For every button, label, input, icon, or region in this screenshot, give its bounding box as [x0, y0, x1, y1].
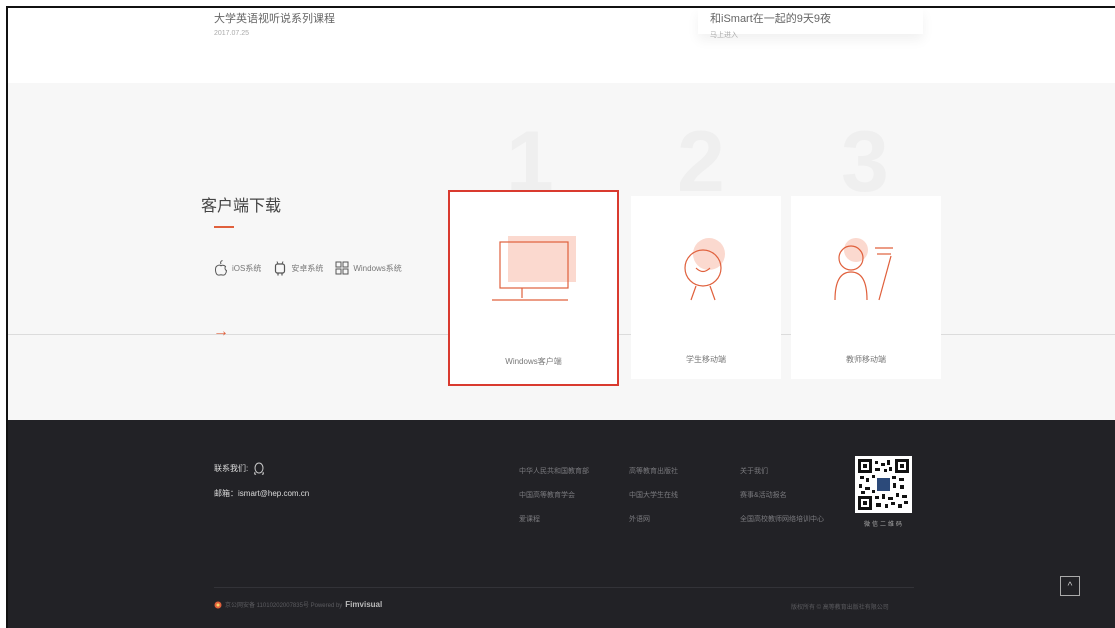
footer-link[interactable]: 中华人民共和国教育部 — [519, 466, 589, 476]
os-item-ios[interactable]: iOS系统 — [214, 260, 261, 276]
step-number: 3 — [841, 114, 889, 210]
footer-link[interactable]: 全国高校教师网络培训中心 — [740, 514, 824, 524]
news-item[interactable]: 和iSmart在一起的9天9夜 马上进入 — [710, 10, 831, 40]
news-enter-link[interactable]: 马上进入 — [710, 30, 831, 40]
card-label: 学生移动端 — [686, 355, 726, 364]
qr-code-icon — [858, 459, 909, 510]
step-number: 2 — [677, 114, 725, 210]
windows-icon — [335, 261, 349, 275]
icp-info: 京公网安备 11010202007835号 Powered by Fimvisu… — [214, 600, 382, 609]
contact-row: 联系我们: — [214, 462, 265, 476]
page-frame: 大学英语视听说系列课程 2017.07.25 和iSmart在一起的9天9夜 马… — [6, 6, 1115, 628]
footer-link[interactable]: 赛事&活动报名 — [740, 490, 787, 500]
news-strip: 大学英语视听说系列课程 2017.07.25 和iSmart在一起的9天9夜 马… — [8, 8, 1115, 83]
card-label: 教师移动端 — [846, 355, 886, 364]
fimvisual-brand[interactable]: Fimvisual — [345, 600, 382, 609]
news-title[interactable]: 和iSmart在一起的9天9夜 — [710, 10, 831, 26]
footer-link[interactable]: 爱课程 — [519, 514, 540, 524]
icp-text[interactable]: 京公网安备 11010202007835号 Powered by — [225, 600, 342, 609]
footer-link[interactable]: 高等教育出版社 — [629, 466, 678, 476]
student-icon — [684, 238, 725, 301]
site-footer: 联系我们: 邮箱：ismart@hep.com.cn 中华人民共和国教育部 中国… — [8, 420, 1115, 628]
wechat-qr-code — [855, 456, 912, 513]
title-accent-dash — [214, 226, 234, 228]
os-label: 安卓系统 — [291, 263, 324, 273]
news-date: 2017.07.25 — [214, 30, 250, 37]
os-item-windows[interactable]: Windows系统 — [335, 261, 402, 275]
news-title[interactable]: 大学英语视听说系列课程 — [214, 10, 335, 26]
footer-link[interactable]: 关于我们 — [740, 466, 768, 476]
qq-icon[interactable] — [253, 462, 265, 476]
news-item[interactable]: 大学英语视听说系列课程 2017.07.25 — [214, 10, 335, 37]
card-teacher-mobile[interactable]: 教师移动端 — [791, 196, 941, 379]
card-student-mobile[interactable]: 学生移动端 — [631, 196, 781, 379]
contact-label: 联系我们: — [214, 464, 249, 474]
police-badge-icon — [214, 601, 222, 608]
monitor-icon — [492, 236, 576, 301]
os-item-android[interactable]: 安卓系统 — [273, 260, 323, 276]
os-label: Windows系统 — [353, 263, 402, 273]
download-section: 1 2 3 客户端下载 iOS系统 安卓系统 Windows系统 → Windo… — [8, 83, 1115, 420]
footer-link[interactable]: 中国高等教育学会 — [519, 490, 575, 500]
footer-link[interactable]: 外语网 — [629, 514, 650, 524]
os-label: iOS系统 — [232, 263, 262, 273]
teacher-icon — [834, 238, 893, 301]
section-title: 客户端下载 — [201, 198, 282, 215]
android-icon — [275, 261, 286, 276]
footer-link[interactable]: 中国大学生在线 — [629, 490, 678, 500]
os-list: iOS系统 安卓系统 Windows系统 — [214, 260, 414, 276]
footer-divider — [214, 587, 914, 588]
qr-caption: 微信二维码 — [863, 522, 904, 528]
apple-icon — [215, 260, 228, 276]
footer-email[interactable]: 邮箱：ismart@hep.com.cn — [214, 488, 309, 499]
chevron-up-icon: ^ — [1067, 580, 1073, 592]
card-label: Windows客户端 — [505, 357, 562, 366]
back-to-top-button[interactable]: ^ — [1060, 576, 1080, 596]
card-windows-client[interactable]: Windows客户端 — [448, 190, 619, 386]
copyright: 版权所有 © 高等教育出版社有限公司 — [791, 605, 889, 611]
arrow-right-icon[interactable]: → — [213, 323, 229, 341]
